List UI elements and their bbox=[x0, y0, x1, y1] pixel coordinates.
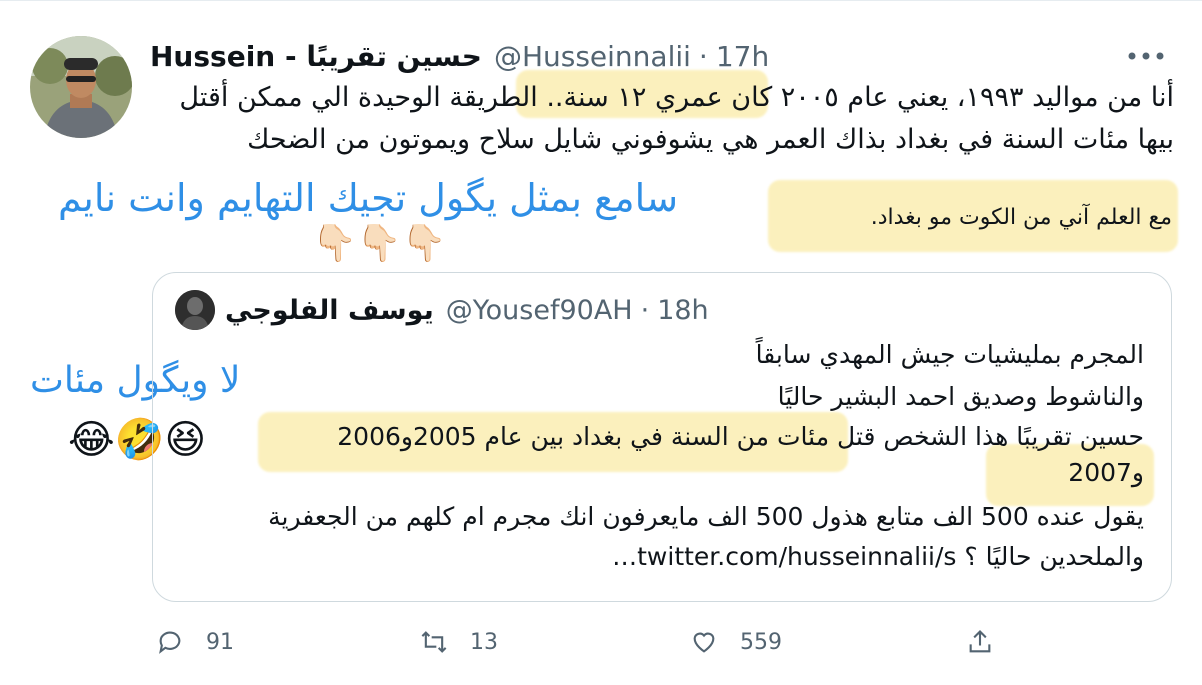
action-bar: 91 13 559 bbox=[0, 622, 1202, 666]
like-count: 559 bbox=[740, 629, 782, 655]
quoted-handle[interactable]: @Yousef90AH bbox=[446, 295, 633, 326]
quoted-timestamp[interactable]: 18h bbox=[657, 295, 708, 326]
more-options-icon[interactable] bbox=[1124, 46, 1168, 66]
quoted-text-line: والناشوط وصديق احمد البشير حاليًا bbox=[777, 382, 1144, 411]
separator-dot: · bbox=[640, 294, 650, 326]
quoted-text-line: و2007 bbox=[1068, 458, 1144, 487]
user-handle[interactable]: @Husseinnalii bbox=[494, 40, 691, 73]
pointing-down-emoji-icon: 👇🏻👇🏻👇🏻 bbox=[312, 223, 447, 264]
quoted-text-line: حسين تقريبًا هذا الشخص قتل مئات من السنة… bbox=[337, 422, 1144, 451]
quoted-tweet-header: يوسف الفلوجي @Yousef90AH · 18h bbox=[175, 290, 709, 330]
retweet-count: 13 bbox=[470, 629, 498, 655]
annotation-comment: سامع بمثل يگول تجيك التهايم وانت نايم bbox=[58, 176, 679, 220]
reply-button[interactable]: 91 bbox=[156, 628, 234, 656]
reply-icon bbox=[159, 631, 181, 654]
quoted-avatar[interactable] bbox=[175, 290, 215, 330]
share-button[interactable] bbox=[966, 628, 1016, 656]
quoted-text-line[interactable]: والملحدين حاليًا ؟ twitter.com/husseinna… bbox=[612, 540, 1144, 574]
separator-dot: · bbox=[698, 39, 708, 73]
quoted-display-name[interactable]: يوسف الفلوجي bbox=[225, 295, 434, 326]
quoted-text-line: المجرم بمليشيات جيش المهدي سابقاً bbox=[755, 340, 1144, 369]
avatar[interactable] bbox=[30, 36, 132, 138]
retweet-icon bbox=[421, 631, 447, 653]
quoted-text-line: يقول عنده 500 الف متابع هذول 500 الف ماي… bbox=[268, 502, 1144, 531]
timestamp[interactable]: 17h bbox=[716, 40, 769, 73]
retweet-button[interactable]: 13 bbox=[420, 628, 498, 656]
heart-icon bbox=[693, 632, 715, 653]
divider bbox=[0, 0, 1202, 1]
tweet-text-line: أنا من مواليد ١٩٩٣، يعني عام ٢٠٠٥ كان عم… bbox=[179, 82, 1174, 113]
like-button[interactable]: 559 bbox=[690, 628, 782, 656]
reply-count: 91 bbox=[206, 629, 234, 655]
tweet-note: مع العلم آني من الكوت مو بغداد. bbox=[870, 205, 1172, 230]
display-name[interactable]: Hussein - حسين تقريبًا bbox=[150, 40, 482, 73]
share-icon bbox=[969, 630, 991, 653]
tweet-text-line: بيها مئات السنة في بغداد بذاك العمر هي ي… bbox=[247, 124, 1174, 155]
